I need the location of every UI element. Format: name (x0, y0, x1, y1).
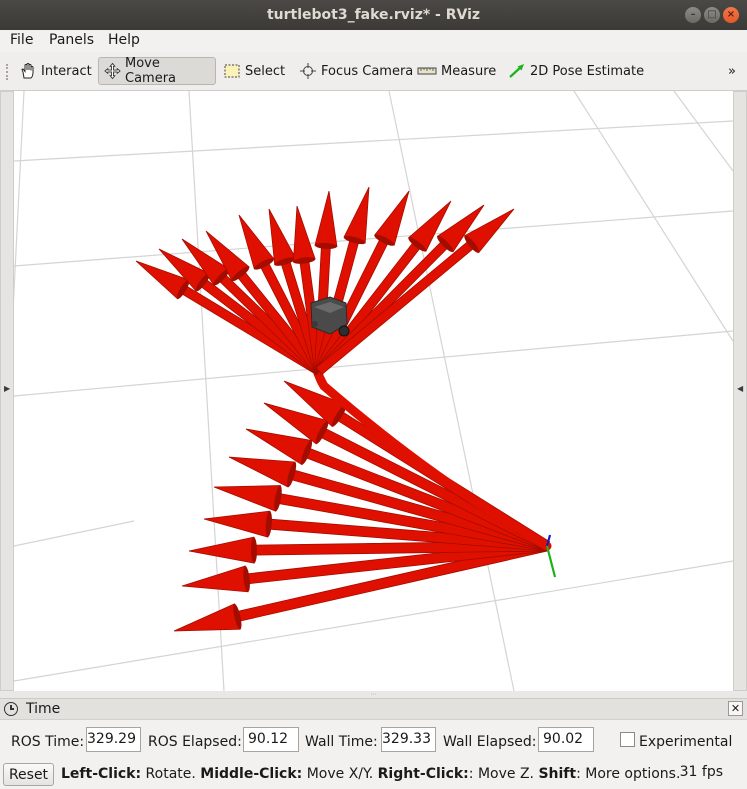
grid-line (388, 91, 515, 691)
tool-select[interactable]: Select (218, 57, 290, 85)
reset-button[interactable]: Reset (3, 763, 54, 786)
arrow-head (314, 190, 338, 247)
hand-icon (21, 63, 34, 79)
select-box-icon (224, 64, 240, 78)
grid-line (673, 91, 733, 172)
fps-counter: 31 fps (679, 764, 723, 780)
tool-select-label: Select (245, 63, 286, 79)
arrow-head (188, 536, 255, 564)
render-viewport[interactable] (14, 91, 733, 691)
toolbar-grip[interactable] (6, 64, 11, 80)
tool-move-camera-label: Move Camera (125, 56, 177, 86)
arrow-head (268, 208, 297, 266)
grid-line (14, 330, 733, 397)
tool-measure[interactable]: Measure (412, 57, 501, 85)
grid-line (14, 120, 733, 162)
experimental-checkbox[interactable] (620, 732, 635, 747)
tools-toolbar: Interact Move Camera Select Focus Camera… (0, 52, 747, 91)
grid-line (14, 520, 135, 547)
panel-splitter[interactable]: ⋯ (0, 691, 747, 698)
left-dock-handle[interactable]: ▶ (0, 91, 14, 691)
ros-elapsed-field[interactable]: 90.12 (243, 727, 299, 752)
maximize-button[interactable]: □ (704, 7, 720, 23)
arrow-head (228, 456, 296, 488)
time-panel: Time ✕ ROS Time: 1571417329.29 ROS Elaps… (0, 698, 747, 758)
ros-time-field[interactable]: 1571417329.29 (86, 727, 141, 752)
wall-time-label: Wall Time: (305, 734, 378, 750)
right-arrow-icon: ◀ (737, 384, 744, 393)
window-title: turtlebot3_fake.rviz* - RViz (266, 7, 481, 23)
pose-arrow-icon (509, 64, 524, 78)
toolbar-overflow-button[interactable]: » (728, 57, 736, 85)
move-arrows-icon (104, 62, 121, 80)
minimize-button[interactable]: – (685, 7, 701, 23)
clock-icon (4, 702, 18, 716)
tool-measure-label: Measure (441, 63, 497, 79)
tool-interact[interactable]: Interact (14, 57, 97, 85)
experimental-label: Experimental (639, 734, 733, 750)
time-panel-title: Time (26, 701, 61, 717)
time-panel-header: Time ✕ (0, 698, 747, 720)
window-titlebar: turtlebot3_fake.rviz* - RViz – □ × (0, 0, 747, 30)
ros-elapsed-label: ROS Elapsed: (148, 734, 242, 750)
wall-elapsed-label: Wall Elapsed: (443, 734, 537, 750)
tool-2d-pose-estimate-label: 2D Pose Estimate (530, 63, 645, 79)
tool-2d-pose-estimate[interactable]: 2D Pose Estimate (503, 57, 649, 85)
tool-move-camera[interactable]: Move Camera (98, 56, 216, 86)
ros-time-label: ROS Time: (11, 734, 85, 750)
odom-axes (545, 534, 557, 578)
time-panel-close-button[interactable]: ✕ (728, 701, 743, 716)
grid-line (573, 91, 733, 342)
left-arrow-icon: ▶ (4, 384, 11, 393)
menu-help[interactable]: Help (108, 32, 140, 48)
grid-line (14, 91, 25, 304)
arrow-head (213, 485, 281, 512)
3d-scene (14, 91, 733, 691)
ground-grid (14, 91, 733, 691)
ruler-icon (417, 67, 437, 75)
tool-focus-camera-label: Focus Camera (321, 63, 414, 79)
grid-line (14, 560, 733, 682)
mouse-hint-text: Left-Click: Rotate. Middle-Click: Move X… (61, 766, 681, 782)
grid-line (188, 91, 225, 691)
overflow-chevron-icon: » (728, 63, 736, 79)
arrow-head (181, 565, 249, 593)
tool-focus-camera[interactable]: Focus Camera (294, 57, 418, 85)
wall-elapsed-field[interactable]: 90.02 (538, 727, 594, 752)
menubar: File Panels Help (0, 30, 747, 52)
right-dock-handle[interactable]: ◀ (733, 91, 747, 691)
arrow-head (292, 205, 316, 263)
menu-file[interactable]: File (10, 32, 33, 48)
focus-crosshair-icon (300, 63, 316, 79)
arrow-head (343, 186, 370, 244)
close-button[interactable]: × (723, 7, 739, 23)
pose-array-arrows (135, 186, 552, 632)
wall-time-field[interactable]: 1571417329.33 (381, 727, 436, 752)
arrow-head (173, 603, 241, 632)
status-bar: Reset Left-Click: Rotate. Middle-Click: … (0, 760, 747, 789)
menu-panels[interactable]: Panels (49, 32, 94, 48)
tool-interact-label: Interact (41, 63, 92, 79)
